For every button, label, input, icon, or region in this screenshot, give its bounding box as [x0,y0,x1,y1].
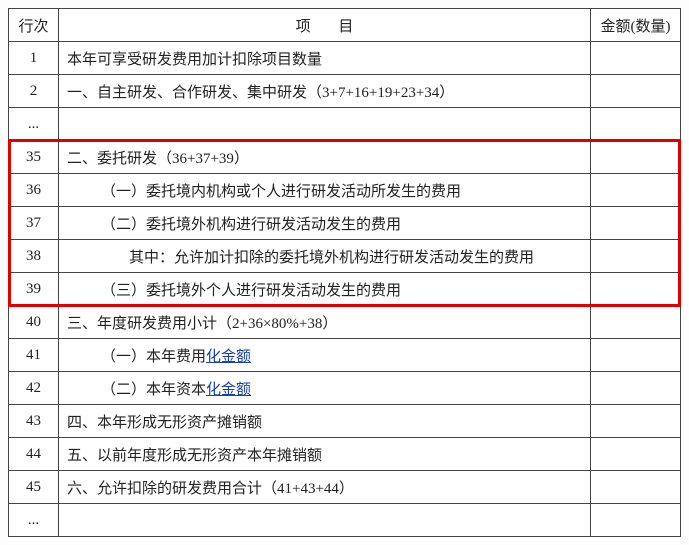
cell-item: 六、允许扣除的研发费用合计（41+43+44） [59,471,591,504]
link-amount[interactable]: 化金额 [206,349,251,365]
table-row: 38 其中：允许加计扣除的委托境外机构进行研发活动发生的费用 [9,240,681,273]
cell-amount [591,75,681,108]
cell-amount [591,207,681,240]
cell-item: （一）本年费用化金额 [59,339,591,372]
table-row: 43 四、本年形成无形资产摊销额 [9,405,681,438]
header-rownum: 行次 [9,9,59,42]
rd-expense-table: 行次 项 目 金额(数量) 1 本年可享受研发费用加计扣除项目数量 2 一、自主… [8,8,681,537]
cell-amount [591,240,681,273]
cell-amount [591,471,681,504]
ellipsis-row: ... [9,108,681,141]
cell-rownum: 41 [9,339,59,372]
cell-amount [591,108,681,141]
cell-rownum: 45 [9,471,59,504]
cell-item: 本年可享受研发费用加计扣除项目数量 [59,42,591,75]
cell-rownum: 1 [9,42,59,75]
cell-item [59,108,591,141]
cell-item: 五、以前年度形成无形资产本年摊销额 [59,438,591,471]
table-row: 2 一、自主研发、合作研发、集中研发（3+7+16+19+23+34） [9,75,681,108]
table-row: 1 本年可享受研发费用加计扣除项目数量 [9,42,681,75]
cell-rownum: 35 [9,141,59,174]
link-amount[interactable]: 化金额 [206,382,251,398]
cell-rownum: 44 [9,438,59,471]
cell-text: （二）本年资本 [101,382,206,398]
table-container: 行次 项 目 金额(数量) 1 本年可享受研发费用加计扣除项目数量 2 一、自主… [8,8,681,537]
cell-rownum: 42 [9,372,59,405]
cell-amount [591,141,681,174]
table-row: 44 五、以前年度形成无形资产本年摊销额 [9,438,681,471]
cell-amount [591,438,681,471]
table-row: 35 二、委托研发（36+37+39） [9,141,681,174]
cell-amount [591,372,681,405]
cell-item: 三、年度研发费用小计（2+36×80%+38） [59,306,591,339]
cell-item: 其中：允许加计扣除的委托境外机构进行研发活动发生的费用 [59,240,591,273]
cell-item: （三）委托境外个人进行研发活动发生的费用 [59,273,591,306]
cell-rownum: 37 [9,207,59,240]
cell-rownum: 39 [9,273,59,306]
cell-item: （二）委托境外机构进行研发活动发生的费用 [59,207,591,240]
table-row: 41 （一）本年费用化金额 [9,339,681,372]
cell-item: 二、委托研发（36+37+39） [59,141,591,174]
table-row: 42 （二）本年资本化金额 [9,372,681,405]
header-item: 项 目 [59,9,591,42]
table-row: 39 （三）委托境外个人进行研发活动发生的费用 [9,273,681,306]
cell-rownum: 38 [9,240,59,273]
cell-amount [591,273,681,306]
cell-amount [591,339,681,372]
cell-amount [591,174,681,207]
cell-amount [591,405,681,438]
table-row: 40 三、年度研发费用小计（2+36×80%+38） [9,306,681,339]
cell-item: 一、自主研发、合作研发、集中研发（3+7+16+19+23+34） [59,75,591,108]
cell-rownum: 2 [9,75,59,108]
header-row: 行次 项 目 金额(数量) [9,9,681,42]
cell-item: （一）委托境内机构或个人进行研发活动所发生的费用 [59,174,591,207]
cell-rownum: ... [9,108,59,141]
table-row: 36 （一）委托境内机构或个人进行研发活动所发生的费用 [9,174,681,207]
cell-rownum: 43 [9,405,59,438]
cell-item: 四、本年形成无形资产摊销额 [59,405,591,438]
header-amount: 金额(数量) [591,9,681,42]
cell-item: （二）本年资本化金额 [59,372,591,405]
cell-text: （一）本年费用 [101,349,206,365]
cell-amount [591,42,681,75]
table-row: 37 （二）委托境外机构进行研发活动发生的费用 [9,207,681,240]
cell-amount [591,306,681,339]
cell-rownum: 36 [9,174,59,207]
table-row: 45 六、允许扣除的研发费用合计（41+43+44） [9,471,681,504]
cell-rownum: 40 [9,306,59,339]
